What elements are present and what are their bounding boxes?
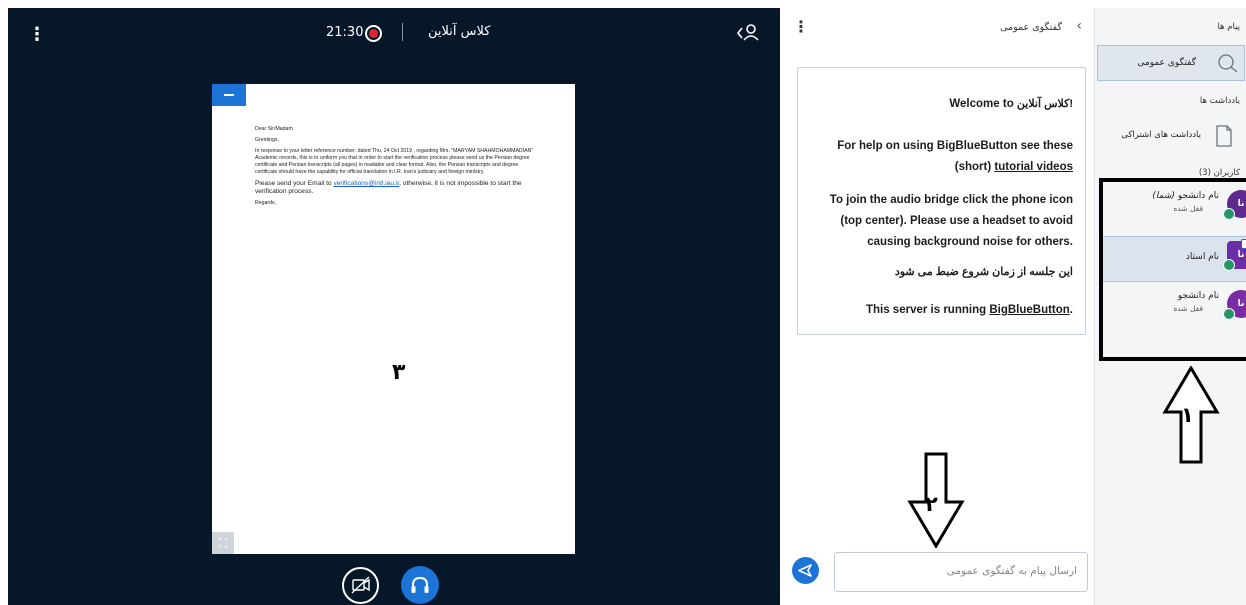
tutorial-videos-link[interactable]: tutorial videos [994, 161, 1073, 173]
recording-time: 21:30 [326, 25, 364, 40]
letter-closing: Regards, [255, 200, 277, 206]
chat-title[interactable]: گفتگوی عمومی [1000, 22, 1062, 33]
microphone-icon [1223, 308, 1235, 320]
email-link[interactable]: verifications@intl.iau.ir [333, 180, 399, 187]
letter-send-line: Please send your Email to verifications@… [255, 180, 537, 196]
server-suffix: . [1069, 304, 1073, 316]
headphones-button[interactable] [401, 566, 439, 604]
recording-notice: این جلسه از زمان شروع ضبط می شود [894, 266, 1073, 278]
self-tag: (شما) [1152, 191, 1175, 201]
meeting-title: کلاس آنلاین [428, 24, 491, 39]
help-line: For help on using BigBlueButton see thes… [823, 136, 1073, 178]
send-message-button[interactable] [792, 557, 819, 584]
chat-message-input[interactable]: ارسال پیام به گفتگوی عمومی [834, 552, 1088, 592]
user-status: قفل شده [1173, 204, 1203, 213]
fullscreen-icon[interactable]: ⛶ [212, 532, 234, 554]
microphone-icon [1223, 259, 1235, 271]
welcome-line: Welcome to کلاس آنلاین! [823, 94, 1073, 115]
user-name: نام دانشجو [1177, 291, 1219, 301]
microphone-icon [1223, 208, 1235, 220]
record-button[interactable] [365, 25, 382, 42]
slide-letter: Dear Sir/Madam Greetings, In response to… [255, 126, 537, 211]
public-chat-item[interactable]: گفتگوی عمومی [1097, 45, 1245, 81]
user-row-student[interactable]: نام دانشجو قفل شده نا [1103, 286, 1246, 332]
presenter-icon [1241, 239, 1246, 249]
user-row-self[interactable]: نام دانشجو (شما) قفل شده نا [1103, 186, 1246, 232]
chat-options-icon[interactable] [793, 18, 801, 36]
messages-heading: پیام ها [1217, 22, 1240, 32]
help-text: For help on using BigBlueButton see thes… [837, 140, 1073, 152]
presentation-slide: Dear Sir/Madam Greetings, In response to… [212, 84, 575, 554]
user-name-text: نام دانشجو [1177, 191, 1219, 201]
chat-input-placeholder: ارسال پیام به گفتگوی عمومی [946, 565, 1077, 577]
minimize-presentation-button[interactable] [212, 84, 246, 106]
user-name: نام دانشجو (شما) [1152, 191, 1219, 201]
chevron-left-icon[interactable]: ‹ [1076, 18, 1082, 34]
letter-salutation: Dear Sir/Madam [255, 126, 293, 132]
notes-icon [1216, 125, 1232, 147]
public-chat-label: گفتگوی عمومی [1137, 58, 1196, 68]
meeting-window: کلاس آنلاین 21:30 Dear Sir/Madam Greetin… [0, 0, 1246, 605]
server-line: This server is running BigBlueButton. [823, 300, 1073, 321]
annotation-number-1: ۱ [1181, 403, 1194, 427]
server-prefix: This server is running [865, 304, 990, 316]
audio-instructions: To join the audio bridge click the phone… [829, 194, 1073, 248]
user-row-teacher[interactable]: نام استاد نا [1103, 236, 1246, 282]
help-suffix: (short) [954, 161, 995, 173]
top-bar: کلاس آنلاین 21:30 [8, 8, 780, 60]
notes-heading: یادداشت ها [1199, 96, 1240, 106]
welcome-message: Welcome to کلاس آنلاین! For help on usin… [797, 67, 1086, 335]
letter-send-prefix: Please send your Email to [255, 180, 334, 187]
letter-body: In response to your letter reference num… [255, 148, 534, 175]
letter-greeting: Greetings, [255, 137, 279, 143]
chat-panel: گفتگوی عمومی ‹ Welcome to کلاس آنلاین! F… [780, 8, 1094, 605]
presentation-area: کلاس آنلاین 21:30 Dear Sir/Madam Greetin… [8, 8, 780, 605]
options-menu-icon[interactable] [28, 25, 38, 45]
annotation-number-2: ۲ [925, 492, 938, 516]
users-heading: کاربران (3) [1198, 168, 1240, 178]
users-highlight-box: نام دانشجو (شما) قفل شده نا نام استاد نا… [1099, 178, 1246, 361]
user-list-panel: پیام ها گفتگوی عمومی یادداشت ها یادداشت … [1094, 8, 1246, 605]
title-divider [402, 23, 403, 41]
annotation-number-3: ۳ [392, 360, 406, 385]
shared-notes-item[interactable]: یادداشت های اشتراکی [1095, 118, 1245, 154]
webcam-button[interactable] [342, 567, 379, 604]
welcome-meeting-name: کلاس آنلاین! [1016, 98, 1073, 110]
chat-bubble-icon [1218, 54, 1238, 73]
user-name: نام استاد [1185, 252, 1219, 262]
bigbluebutton-link[interactable]: BigBlueButton [989, 304, 1069, 316]
welcome-prefix: Welcome to [949, 98, 1017, 110]
shared-notes-label: یادداشت های اشتراکی [1121, 130, 1201, 140]
user-list-toggle-icon[interactable] [736, 21, 762, 45]
user-status: قفل شده [1173, 304, 1203, 313]
